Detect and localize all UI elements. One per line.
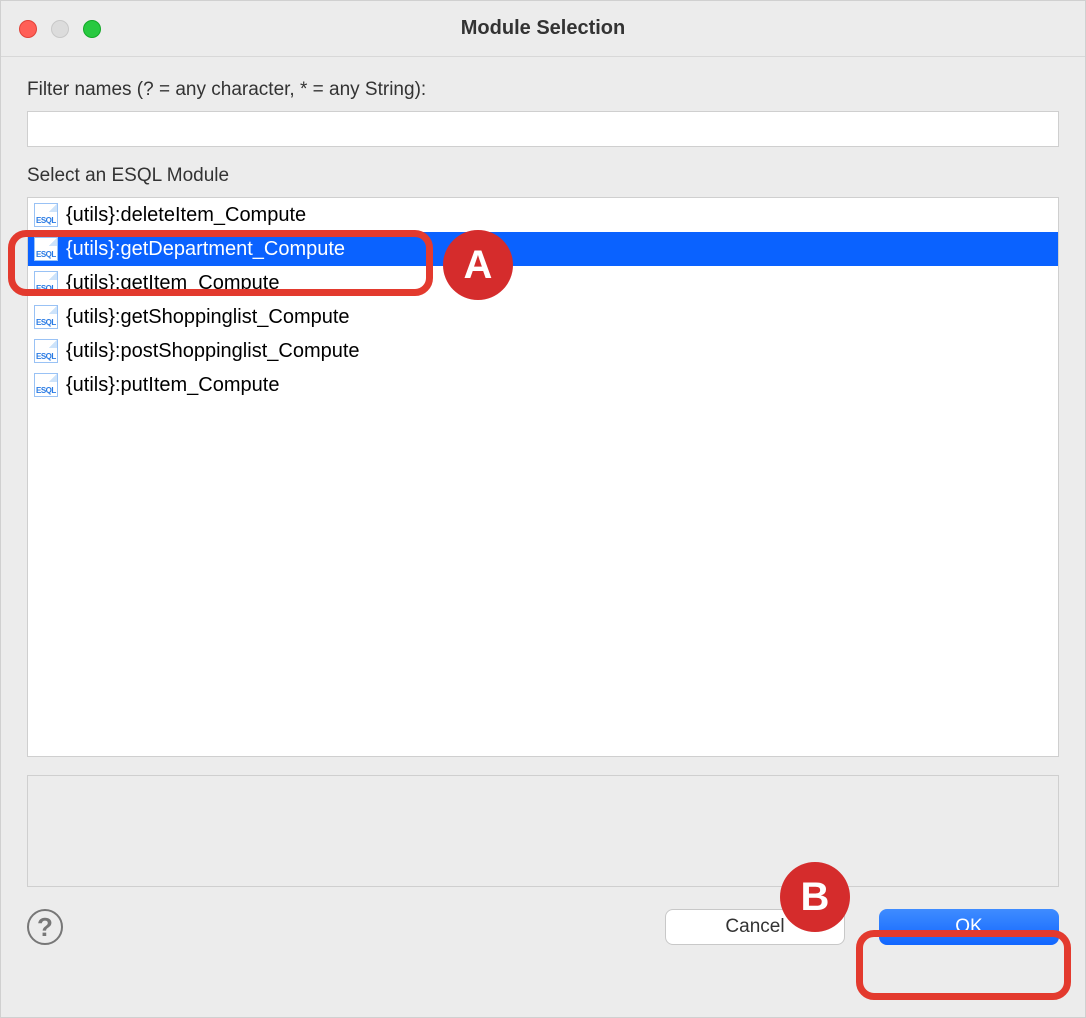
esql-file-icon xyxy=(34,203,58,227)
help-icon[interactable]: ? xyxy=(27,909,63,945)
module-item-label: {utils}:putItem_Compute xyxy=(66,374,279,397)
traffic-lights xyxy=(19,20,101,38)
module-item-label: {utils}:deleteItem_Compute xyxy=(66,204,306,227)
help-glyph: ? xyxy=(37,912,53,943)
cancel-button[interactable]: Cancel xyxy=(665,909,845,945)
ok-button-label: OK xyxy=(955,916,982,938)
dialog-content: Filter names (? = any character, * = any… xyxy=(1,57,1085,1017)
dialog-window: Module Selection Filter names (? = any c… xyxy=(0,0,1086,1018)
status-panel xyxy=(27,775,1059,887)
module-list-item[interactable]: {utils}:postShoppinglist_Compute xyxy=(28,334,1058,368)
module-item-label: {utils}:postShoppinglist_Compute xyxy=(66,340,360,363)
module-list-item[interactable]: {utils}:deleteItem_Compute xyxy=(28,198,1058,232)
module-item-label: {utils}:getDepartment_Compute xyxy=(66,238,345,261)
window-title: Module Selection xyxy=(461,17,625,40)
titlebar: Module Selection xyxy=(1,1,1085,57)
ok-button[interactable]: OK xyxy=(879,909,1059,945)
module-list-item[interactable]: {utils}:getItem_Compute xyxy=(28,266,1058,300)
cancel-button-label: Cancel xyxy=(725,916,784,938)
esql-file-icon xyxy=(34,373,58,397)
button-row: Cancel OK xyxy=(665,909,1059,945)
esql-file-icon xyxy=(34,339,58,363)
bottom-bar: ? Cancel OK xyxy=(27,909,1059,945)
module-list-item[interactable]: {utils}:putItem_Compute xyxy=(28,368,1058,402)
module-list-item[interactable]: {utils}:getDepartment_Compute xyxy=(28,232,1058,266)
esql-file-icon xyxy=(34,237,58,261)
module-item-label: {utils}:getShoppinglist_Compute xyxy=(66,306,350,329)
module-list-item[interactable]: {utils}:getShoppinglist_Compute xyxy=(28,300,1058,334)
close-window-button[interactable] xyxy=(19,20,37,38)
esql-file-icon xyxy=(34,271,58,295)
maximize-window-button[interactable] xyxy=(83,20,101,38)
list-label: Select an ESQL Module xyxy=(27,165,1059,187)
module-listbox[interactable]: {utils}:deleteItem_Compute {utils}:getDep… xyxy=(27,197,1059,757)
esql-file-icon xyxy=(34,305,58,329)
module-item-label: {utils}:getItem_Compute xyxy=(66,272,279,295)
filter-input[interactable] xyxy=(27,111,1059,147)
filter-label: Filter names (? = any character, * = any… xyxy=(27,79,1059,101)
minimize-window-button xyxy=(51,20,69,38)
